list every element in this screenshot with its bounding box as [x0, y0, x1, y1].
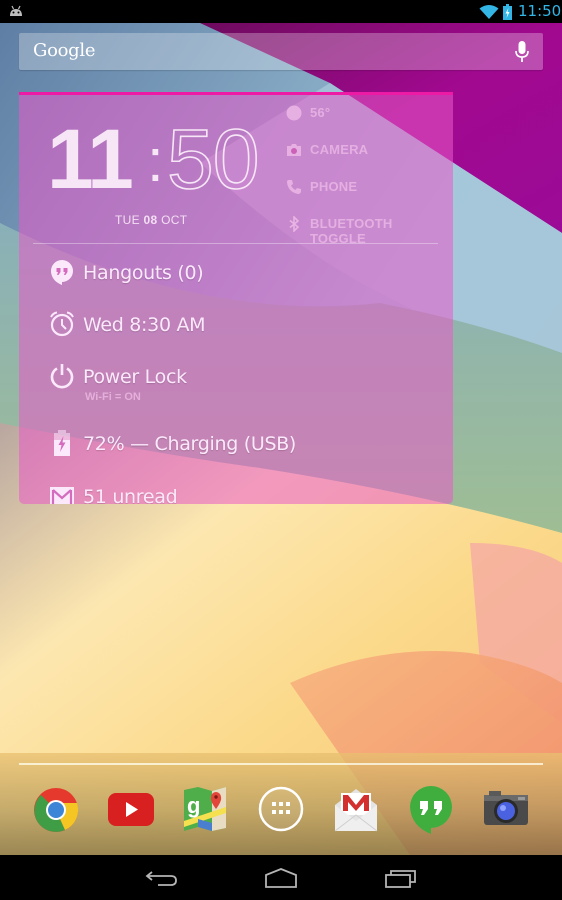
widget-row-battery[interactable]: 72% — Charging (USB) — [49, 430, 449, 460]
widget-divider — [33, 243, 438, 244]
recents-icon[interactable] — [381, 865, 421, 889]
youtube-icon — [108, 793, 154, 826]
dock-app-gmail[interactable] — [331, 783, 381, 835]
navigation-bar — [0, 855, 562, 900]
dock-app-hangouts[interactable] — [406, 783, 456, 835]
dock: g — [0, 783, 562, 839]
row-label: Hangouts (0) — [83, 262, 204, 284]
hangouts-icon — [410, 786, 453, 834]
date-day: TUE — [115, 213, 140, 227]
shortcut-bluetooth[interactable]: BLUETOOTH TOGGLE — [286, 214, 451, 246]
row-sublabel: Wi-Fi = ON — [85, 391, 141, 403]
clock-minutes: 50 — [166, 116, 260, 202]
clock-separator: : — [147, 127, 164, 194]
status-time: 11:50 — [518, 2, 562, 20]
gmail-icon — [50, 487, 74, 504]
svg-text:g: g — [187, 793, 200, 818]
camera-icon — [287, 144, 301, 156]
status-bar: 11:50 — [0, 0, 562, 23]
dashclock-widget[interactable]: 11 : 50 TUE 08 OCT 56° CAMERA PHONE BLUE… — [19, 92, 453, 504]
row-label: Wed 8:30 AM — [83, 314, 206, 336]
widget-row-gmail[interactable]: 51 unread — [49, 483, 449, 504]
phone-icon — [287, 180, 301, 194]
row-label: Power Lock — [83, 366, 187, 388]
battery-charging-icon — [503, 4, 512, 20]
dock-app-chrome[interactable] — [31, 783, 81, 835]
shortcut-label: BLUETOOTH TOGGLE — [310, 216, 393, 246]
microphone-icon[interactable] — [515, 41, 529, 63]
app-drawer-icon — [258, 786, 304, 832]
date: TUE 08 OCT — [115, 213, 187, 227]
dock-app-drawer[interactable] — [256, 783, 306, 835]
row-label: 72% — Charging (USB) — [83, 433, 297, 455]
shortcut-label: PHONE — [310, 179, 358, 194]
widget-row-hangouts[interactable]: Hangouts (0) — [49, 259, 449, 289]
dock-divider — [19, 763, 543, 765]
gmail-icon — [334, 789, 378, 832]
shortcut-weather[interactable]: 56° — [286, 103, 451, 123]
dock-app-camera[interactable] — [481, 783, 531, 835]
shortcut-label: CAMERA — [310, 142, 369, 157]
hangouts-icon — [50, 259, 73, 285]
home-icon[interactable] — [261, 865, 301, 889]
widget-row-alarm[interactable]: Wed 8:30 AM — [49, 311, 449, 341]
wifi-icon — [479, 5, 499, 19]
date-number: 08 — [143, 213, 158, 227]
weather-icon — [286, 105, 302, 121]
clock-hours: 11 — [47, 112, 134, 206]
clock-minutes-text: 50 — [166, 112, 260, 206]
battery-icon — [54, 430, 70, 456]
dock-app-maps[interactable]: g — [181, 783, 231, 835]
dock-app-youtube[interactable] — [106, 783, 156, 835]
back-icon[interactable] — [142, 865, 182, 889]
shortcut-camera[interactable]: CAMERA — [286, 140, 451, 160]
date-month: OCT — [161, 213, 188, 227]
chrome-icon — [34, 788, 79, 832]
maps-icon: g — [184, 787, 226, 831]
google-search-bar[interactable]: Google — [19, 33, 543, 70]
bluetooth-icon — [289, 216, 300, 232]
widget-row-power-lock[interactable]: Power Lock Wi-Fi = ON — [49, 363, 449, 403]
google-logo-text: Google — [33, 40, 96, 61]
row-label: 51 unread — [83, 486, 178, 504]
shortcut-label: 56° — [310, 105, 331, 120]
power-icon — [50, 364, 74, 389]
android-debug-icon — [10, 5, 22, 16]
shortcut-phone[interactable]: PHONE — [286, 177, 451, 197]
camera-icon — [484, 791, 528, 825]
alarm-icon — [50, 311, 74, 337]
